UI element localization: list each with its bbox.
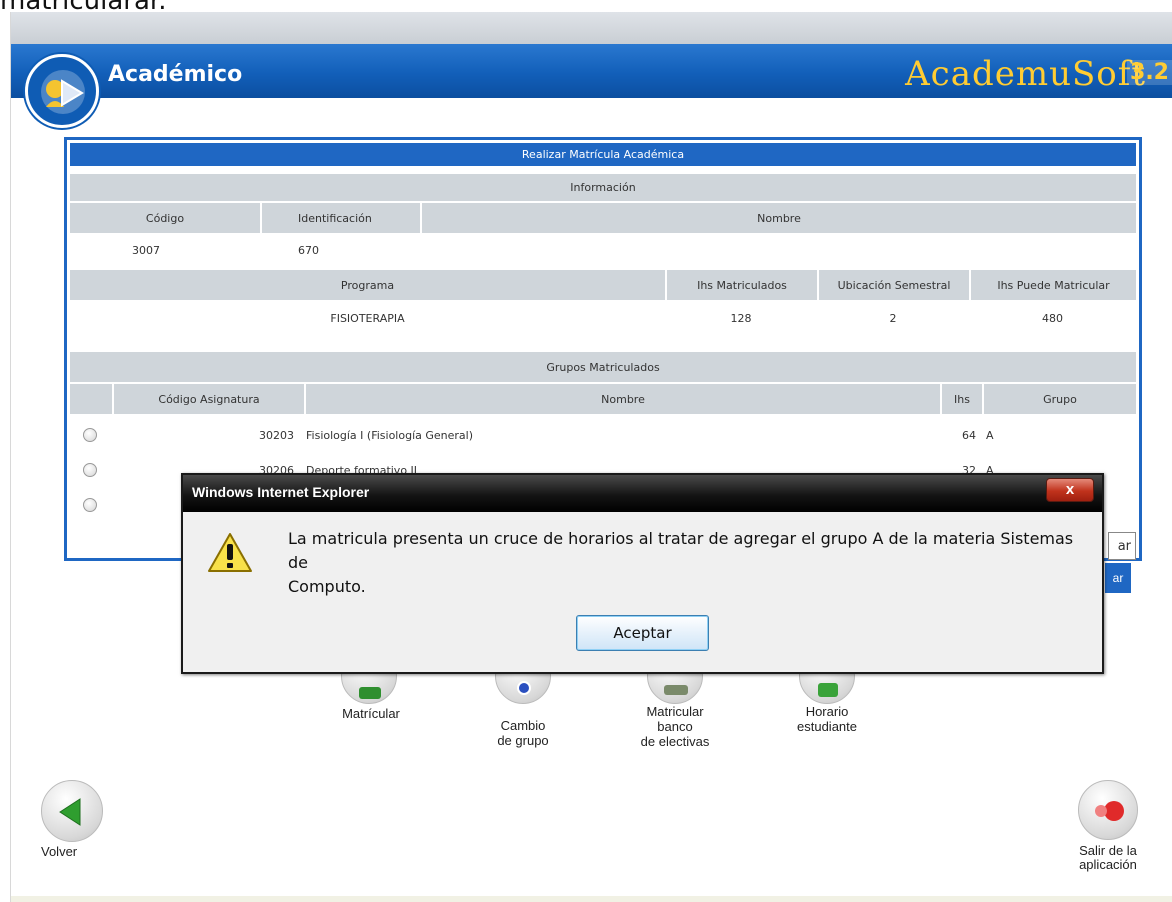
col-grupo: Grupo [984, 384, 1136, 414]
horario-line2: estudiante [797, 719, 857, 734]
brand-version: 3.2 [1127, 60, 1172, 85]
banco-line3: de electivas [640, 734, 710, 749]
groups-section-header: Grupos Matriculados [70, 352, 1136, 382]
app-header: Académico AcademuSoft 3.2 [11, 44, 1172, 98]
col-ihs: Ihs [942, 384, 982, 414]
alert-dialog: Windows Internet Explorer x La matricula… [181, 473, 1104, 674]
groups-column-headers: Código Asignatura Nombre Ihs Grupo [70, 384, 1136, 414]
col-identificacion: Identificación [262, 203, 420, 233]
top-strip [11, 12, 1172, 44]
student-column-headers: Código Identificación Nombre [70, 203, 1136, 233]
info-section-title: Información [70, 174, 1136, 201]
volver-label[interactable]: Volver [41, 844, 101, 859]
horario-line1: Horario [805, 704, 849, 719]
groups-section-title: Grupos Matriculados [70, 352, 1136, 382]
banco-line1: Matricular [646, 704, 704, 719]
group-grupo: A [986, 428, 994, 442]
col-codigo: Código [70, 203, 260, 233]
col-ihs-puede: Ihs Puede Matricular [971, 270, 1136, 300]
student-identificacion: 670 [298, 243, 319, 257]
banco-electivas-label[interactable]: Matricular banco de electivas [630, 704, 720, 749]
cambio-grupo-line1: Cambio [500, 718, 546, 733]
salir-line1: Salir de la [1079, 843, 1137, 858]
program-ihs-matriculados: 128 [730, 311, 752, 325]
close-icon[interactable]: x [1046, 478, 1094, 502]
panel-title-bar: Realizar Matrícula Académica [70, 143, 1136, 166]
col-select [70, 384, 112, 414]
col-nombre-asignatura: Nombre [306, 384, 940, 414]
dialog-message-line1: La matricula presenta un cruce de horari… [288, 529, 1074, 572]
blue-button-partial[interactable]: ar [1105, 563, 1131, 593]
panel-title: Realizar Matrícula Académica [70, 143, 1136, 166]
col-ihs-matriculados: Ihs Matriculados [667, 270, 817, 300]
dialog-message-line2: Computo. [288, 577, 366, 596]
student-row: 3007 670 [70, 235, 1136, 265]
group-radio[interactable] [83, 498, 97, 512]
table-row[interactable]: 30203 Fisiología I (Fisiología General) … [70, 420, 1136, 450]
exit-app-icon[interactable] [1078, 780, 1138, 840]
volver-icon[interactable] [41, 780, 103, 842]
exit-app-label[interactable]: Salir de la aplicación [1065, 844, 1151, 872]
matricular-label[interactable]: Matrícular [326, 706, 416, 721]
group-ihs: 64 [962, 428, 976, 442]
col-ubicacion: Ubicación Semestral [819, 270, 969, 300]
dialog-title-bar: Windows Internet Explorer x [183, 475, 1102, 512]
program-ihs-puede: 480 [1042, 311, 1063, 325]
warning-icon [206, 531, 254, 579]
group-codigo: 30203 [259, 428, 294, 442]
program-ubicacion: 2 [889, 311, 897, 325]
academic-logo-icon [25, 54, 99, 128]
ok-button[interactable]: Aceptar [576, 615, 709, 651]
page-title: Académico [108, 62, 243, 87]
program-name: FISIOTERAPIA [330, 311, 405, 325]
application-window: Académico AcademuSoft 3.2 Realizar Matrí… [10, 12, 1172, 902]
student-nombre [420, 235, 1136, 265]
group-nombre: Fisiología I (Fisiología General) [306, 428, 473, 442]
student-codigo: 3007 [132, 243, 160, 257]
info-section-header: Información [70, 174, 1136, 201]
col-programa: Programa [70, 270, 665, 300]
group-radio[interactable] [83, 463, 97, 477]
dialog-title: Windows Internet Explorer [192, 484, 370, 500]
cambio-grupo-line2: de grupo [497, 733, 549, 748]
col-nombre: Nombre [422, 203, 1136, 233]
cambio-grupo-label[interactable]: Cambio de grupo [478, 718, 568, 748]
program-column-headers: Programa Ihs Matriculados Ubicación Seme… [70, 270, 1136, 300]
program-row: FISIOTERAPIA 128 2 480 [70, 303, 1136, 333]
action-button-partial[interactable]: ar [1108, 532, 1136, 560]
salir-line2: aplicación [1079, 857, 1137, 872]
col-codigo-asignatura: Código Asignatura [114, 384, 304, 414]
horario-label[interactable]: Horario estudiante [781, 704, 873, 734]
group-radio[interactable] [83, 428, 97, 442]
brand-logo-text: AcademuSoft [905, 54, 1146, 94]
banco-line2: banco [657, 719, 693, 734]
dialog-message: La matricula presenta un cruce de horari… [288, 527, 1088, 599]
